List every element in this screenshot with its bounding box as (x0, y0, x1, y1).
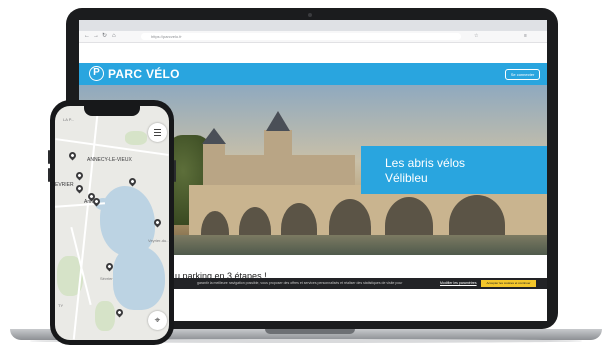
login-button[interactable]: Se connecter (505, 69, 540, 80)
hero-promo-line2: Vélibleu (385, 171, 428, 185)
browser-menu-icon[interactable]: ≡ (524, 31, 527, 42)
map-label-ty: TY (58, 303, 64, 308)
cookie-settings-link[interactable]: Modifier les paramètres (440, 278, 477, 289)
hamburger-menu-icon[interactable] (148, 123, 167, 142)
phone-volume-button (48, 150, 50, 164)
map-park-area (95, 301, 115, 331)
menu-line (154, 129, 161, 131)
hero-promo-box[interactable] (361, 146, 547, 194)
bookmark-star-icon[interactable]: ☆ (474, 31, 478, 42)
phone-power-button (174, 160, 176, 182)
phone-notch (84, 105, 140, 116)
forward-icon[interactable]: → (93, 31, 99, 42)
lake-annecy (113, 246, 165, 310)
phone-volume-button (48, 168, 50, 182)
castle-roof-left (202, 128, 226, 144)
laptop-notch (265, 329, 355, 334)
lake-annecy (100, 186, 155, 256)
locate-icon[interactable]: ⌖ (148, 311, 167, 330)
map-label-annecy-le-vieux: ANNECY-LE-VIEUX (87, 157, 132, 163)
parking-logo-icon[interactable]: P (89, 66, 104, 81)
map-label-sevrier: Sévrier (100, 276, 113, 281)
cookie-banner-text: garantir la meilleure navigation possibl… (197, 281, 403, 285)
back-icon[interactable]: ← (84, 31, 90, 42)
hero-promo-line1: Les abris vélos (385, 156, 466, 170)
site-logo-text[interactable]: PARC VÉLO (108, 66, 180, 82)
castle-roof-center (266, 111, 290, 131)
map-label-evrier: EVRIER (55, 182, 74, 188)
map-label-la-poya: LA P... (63, 117, 75, 122)
map-label-veyrier: Veyrier-du... (148, 238, 170, 243)
menu-line (154, 135, 161, 137)
reload-icon[interactable]: ↻ (102, 31, 107, 42)
phone-map[interactable] (55, 106, 169, 340)
address-bar-url: https://parcvelo.fr (151, 34, 182, 39)
home-icon[interactable]: ⌂ (112, 31, 116, 42)
map-park-area (125, 131, 147, 145)
address-bar[interactable] (141, 33, 461, 40)
laptop-camera (308, 13, 312, 17)
browser-tab-bar (79, 20, 547, 31)
cookie-accept-button[interactable]: Accepter les cookies et continuer (481, 280, 536, 287)
menu-line (154, 132, 161, 134)
